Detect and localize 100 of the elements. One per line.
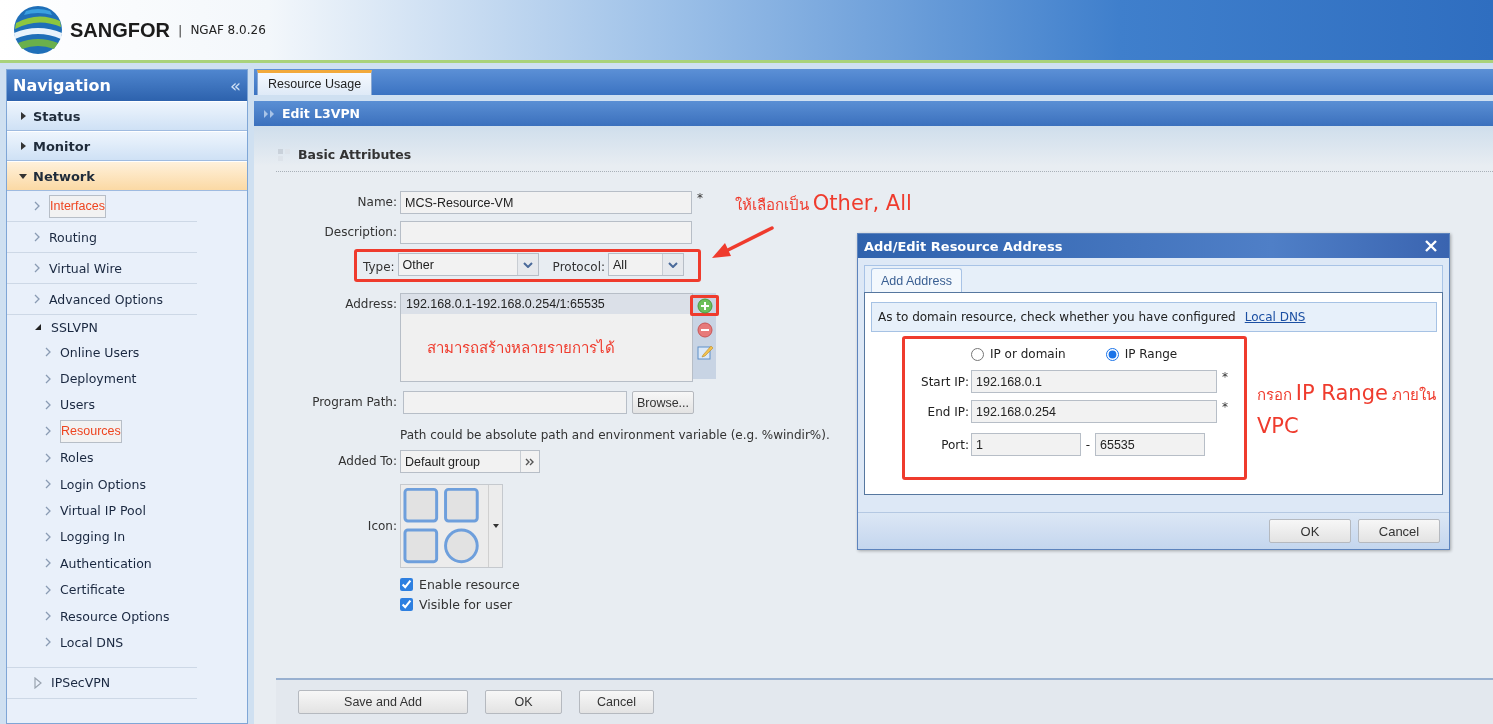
nav-item[interactable]: Users xyxy=(60,397,95,413)
caret-icon xyxy=(668,261,678,268)
chevron-icon xyxy=(45,399,51,410)
field-label: End IP: xyxy=(926,404,969,419)
nav-item[interactable]: Logging In xyxy=(60,529,126,545)
footer-button[interactable]: Cancel xyxy=(579,690,654,714)
collapse-button[interactable]: « xyxy=(230,76,241,95)
required-mark: * xyxy=(1222,370,1228,384)
nav-item[interactable]: Roles xyxy=(60,450,94,466)
grip-icon xyxy=(278,148,290,161)
chevron-icon xyxy=(45,584,51,595)
product-version: NGAF 8.0.26 xyxy=(190,23,266,37)
field-label: Name: xyxy=(356,194,397,211)
ip-field[interactable]: 192.168.0.254 xyxy=(971,400,1217,423)
checkbox[interactable] xyxy=(400,598,413,611)
field-label: Program Path: xyxy=(311,394,397,411)
ip-field[interactable]: 192.168.0.1 xyxy=(971,370,1217,393)
group-field[interactable]: Default group xyxy=(400,450,540,473)
radio-button[interactable] xyxy=(1105,347,1119,361)
list-item[interactable]: 192.168.0.1-192.168.0.254/1:65535 xyxy=(401,294,692,314)
radio-label: IP or domain xyxy=(990,347,1066,361)
nav-item[interactable]: Certificate xyxy=(60,582,125,598)
notice-text: As to domain resource, check whether you have configured xyxy=(878,310,1236,324)
dialog-title: Add/Edit Resource Address xyxy=(864,238,1063,254)
field-label: Port: xyxy=(940,437,969,452)
field-label: Start IP: xyxy=(920,374,969,389)
protocol-select[interactable]: All xyxy=(608,253,684,276)
required-mark: * xyxy=(1222,400,1228,414)
field-label: Protocol: xyxy=(552,259,605,276)
logo-icon xyxy=(12,5,64,55)
tab[interactable]: Add Address xyxy=(871,268,962,292)
program-path-field[interactable] xyxy=(403,391,627,414)
nav-item[interactable]: SSLVPN xyxy=(51,319,98,335)
double-arrow-icon xyxy=(264,109,276,118)
link[interactable]: Local DNS xyxy=(1244,310,1306,324)
nav-item[interactable]: Deployment xyxy=(60,371,137,387)
chevron-icon xyxy=(34,232,40,242)
port-field[interactable]: 1 xyxy=(971,433,1081,456)
type-select[interactable]: Other xyxy=(397,253,539,276)
chevron-icon xyxy=(45,531,51,542)
tab[interactable]: Resource Usage xyxy=(257,70,373,95)
triangle-icon xyxy=(19,142,27,150)
nav-section[interactable]: Network xyxy=(7,161,247,191)
chevron-icon xyxy=(34,294,40,304)
icon-picker[interactable] xyxy=(400,484,503,568)
field-label: Type: xyxy=(363,259,395,276)
caret-icon xyxy=(492,524,499,528)
field-label: Address: xyxy=(344,296,397,313)
chevron-icon xyxy=(45,373,51,384)
triangle-icon xyxy=(19,112,27,120)
nav-item[interactable]: Resource Options xyxy=(60,608,170,624)
section-title: Basic Attributes xyxy=(298,147,412,162)
name-field[interactable]: MCS-Resource-VM xyxy=(400,191,692,214)
nav-item[interactable]: Login Options xyxy=(60,476,146,492)
chevron-icon xyxy=(45,347,51,358)
checkbox-label: Visible for user xyxy=(419,597,513,612)
nav-item[interactable]: Authentication xyxy=(60,555,152,571)
chevron-icon xyxy=(45,637,51,648)
nav-item[interactable]: Virtual IP Pool xyxy=(60,503,146,519)
checkbox[interactable] xyxy=(400,578,413,591)
page-title: Edit L3VPN xyxy=(282,106,361,121)
dialog-button[interactable]: OK xyxy=(1269,519,1351,543)
browse-button[interactable]: Browse... xyxy=(632,391,694,414)
add-button[interactable] xyxy=(690,295,719,316)
checkbox-label: Enable resource xyxy=(419,577,520,592)
nav-item[interactable]: Interfaces xyxy=(49,194,106,218)
field-label: Description: xyxy=(323,224,397,241)
radio-button[interactable] xyxy=(971,347,984,361)
separator-text: | xyxy=(178,22,183,38)
hint-text: Path could be absolute path and environment variable (e.g. %windir%). xyxy=(400,428,831,442)
chevron-icon xyxy=(45,452,51,463)
remove-icon[interactable] xyxy=(696,322,713,338)
brand-name: SANGFOR xyxy=(70,18,170,42)
triangle-icon xyxy=(19,172,27,180)
port-field[interactable]: 65535 xyxy=(1095,433,1205,456)
double-arrow-icon[interactable] xyxy=(525,457,535,466)
plus-icon xyxy=(696,297,713,314)
chevron-icon xyxy=(45,426,51,437)
nav-section[interactable]: Status xyxy=(7,101,247,131)
footer-button[interactable]: Save and Add xyxy=(298,690,468,714)
chevron-icon xyxy=(45,558,51,569)
footer-button[interactable]: OK xyxy=(485,690,562,714)
nav-item[interactable]: Virtual Wire xyxy=(49,260,122,276)
dialog-button[interactable]: Cancel xyxy=(1358,519,1440,543)
caret-icon xyxy=(522,261,533,268)
close-icon[interactable] xyxy=(1425,240,1437,252)
nav-item[interactable]: Advanced Options xyxy=(49,291,163,307)
annotation-text: กรอก IP Range ภายใน VPC xyxy=(1257,380,1437,440)
field-label: Added To: xyxy=(337,453,397,470)
annotation-text: สามารถสร้างหลายรายการได้ xyxy=(427,338,615,359)
edit-icon[interactable] xyxy=(696,344,713,360)
nav-item[interactable]: Online Users xyxy=(60,344,140,360)
description-field[interactable] xyxy=(400,221,692,244)
annotation-text: ให้เลือกเป็น Other, All xyxy=(735,191,912,217)
separator-text: - xyxy=(1084,437,1092,452)
nav-item[interactable]: Local DNS xyxy=(60,635,124,650)
nav-section[interactable]: Monitor xyxy=(7,131,247,161)
chevron-icon xyxy=(45,611,51,622)
nav-item[interactable]: Routing xyxy=(49,229,97,245)
nav-item[interactable]: IPSecVPN xyxy=(51,675,111,691)
